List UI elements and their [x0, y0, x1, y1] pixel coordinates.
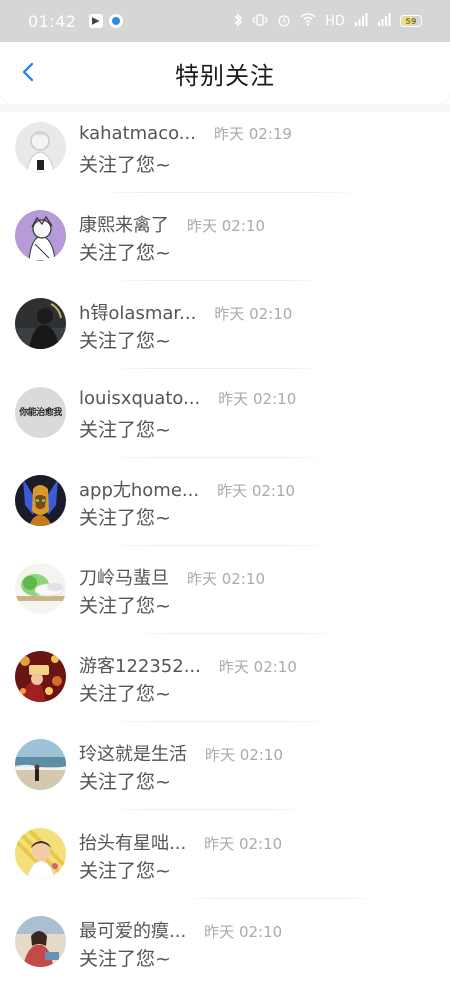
status-time: 01:42	[28, 11, 77, 31]
row-divider	[110, 544, 330, 546]
avatar[interactable]	[15, 651, 66, 703]
notification-time: 昨天 02:19	[213, 125, 292, 143]
vibrate-icon	[252, 13, 268, 30]
notification-message: 关注了您~	[79, 947, 171, 970]
notification-time: 昨天 02:10	[204, 922, 283, 941]
avatar[interactable]	[15, 739, 66, 791]
row-divider	[180, 897, 380, 899]
avatar[interactable]: 你能治愈我	[15, 386, 66, 438]
notification-message: 关注了您~	[79, 859, 171, 882]
user-name[interactable]: 刀岭马蜚旦	[79, 564, 169, 590]
notification-time: 昨天 02:10	[214, 305, 293, 324]
user-name[interactable]: 游客122352...	[79, 652, 201, 678]
notification-message: 关注了您~	[79, 418, 171, 441]
alarm-icon	[277, 13, 291, 30]
user-name[interactable]: 最可爱的瘼...	[79, 917, 186, 943]
list-item[interactable]: 你能治愈我 louisxquato... 昨天 02:10 关注了您~	[0, 377, 450, 465]
status-indicators: HD 59	[233, 12, 422, 30]
status-app-icons	[88, 14, 123, 28]
app-notification-icon	[88, 14, 103, 28]
notification-time: 昨天 02:10	[205, 746, 283, 765]
avatar[interactable]	[15, 827, 66, 879]
avatar[interactable]	[15, 474, 66, 526]
header-divider	[0, 104, 450, 112]
signal-4g-icon	[377, 13, 391, 29]
row-divider	[110, 809, 310, 811]
back-button[interactable]	[8, 52, 48, 92]
list-item[interactable]: h锝olasmar... 昨天 02:10 关注了您~	[0, 288, 450, 376]
notification-message: 关注了您~	[79, 683, 171, 706]
avatar[interactable]	[15, 915, 66, 967]
notification-message: 关注了您~	[79, 771, 171, 794]
notification-message: 关注了您~	[79, 242, 171, 265]
user-name[interactable]: 康熙来禽了	[79, 211, 169, 237]
avatar[interactable]	[15, 122, 66, 173]
list-item[interactable]: 最可爱的瘼... 昨天 02:10 关注了您~	[0, 906, 450, 994]
network-type-label: HD	[325, 13, 345, 29]
notification-time: 昨天 02:10	[187, 569, 265, 588]
user-name[interactable]: 抬头有星咄...	[79, 829, 186, 855]
user-name[interactable]: h锝olasmar...	[79, 299, 196, 325]
avatar[interactable]	[15, 210, 66, 262]
avatar-text: 你能治愈我	[19, 407, 62, 418]
list-item[interactable]: kahatmaco... 昨天 02:19 关注了您~	[0, 112, 450, 200]
battery-icon: 59	[400, 15, 422, 27]
row-divider	[110, 456, 328, 458]
chevron-left-icon	[22, 62, 34, 82]
bluetooth-icon	[233, 12, 243, 30]
notification-list: kahatmaco... 昨天 02:19 关注了您~ 康熙来禽了 昨天 02:…	[0, 112, 450, 994]
list-item[interactable]: 游客122352... 昨天 02:10 关注了您~	[0, 641, 450, 729]
status-bar: 01:42 HD 59	[0, 0, 450, 42]
user-name[interactable]: louisxquato...	[79, 388, 200, 409]
notification-time: 昨天 02:10	[217, 481, 296, 500]
user-name[interactable]: 玲这就是生活	[79, 740, 187, 766]
notification-time: 昨天 02:10	[218, 658, 297, 677]
notification-time: 昨天 02:10	[204, 834, 283, 853]
battery-level-text: 59	[405, 16, 417, 26]
avatar[interactable]	[15, 562, 66, 614]
row-divider	[95, 192, 363, 193]
list-item[interactable]: 刀岭马蜚旦 昨天 02:10 关注了您~	[0, 553, 450, 641]
row-divider	[110, 721, 330, 723]
row-divider	[110, 280, 324, 282]
user-name[interactable]: kahatmaco...	[79, 123, 196, 144]
list-item[interactable]: app尢home... 昨天 02:10 关注了您~	[0, 465, 450, 553]
wifi-icon	[300, 13, 316, 29]
notification-message: 关注了您~	[79, 594, 171, 617]
list-item[interactable]: 抬头有星咄... 昨天 02:10 关注了您~	[0, 818, 450, 906]
row-divider	[130, 632, 340, 634]
avatar[interactable]	[15, 298, 66, 350]
app-header: 特别关注	[0, 42, 450, 104]
signal-icon	[354, 13, 368, 29]
notification-message: 关注了您~	[79, 330, 171, 353]
notification-time: 昨天 02:10	[218, 389, 297, 408]
list-item[interactable]: 玲这就是生活 昨天 02:10 关注了您~	[0, 729, 450, 817]
notification-time: 昨天 02:10	[187, 217, 265, 236]
notification-message: 关注了您~	[79, 154, 171, 176]
page-title: 特别关注	[175, 61, 275, 90]
browser-icon	[108, 14, 123, 28]
list-item[interactable]: 康熙来禽了 昨天 02:10 关注了您~	[0, 200, 450, 288]
row-divider	[110, 368, 324, 370]
user-name[interactable]: app尢home...	[79, 476, 199, 502]
notification-message: 关注了您~	[79, 506, 171, 529]
